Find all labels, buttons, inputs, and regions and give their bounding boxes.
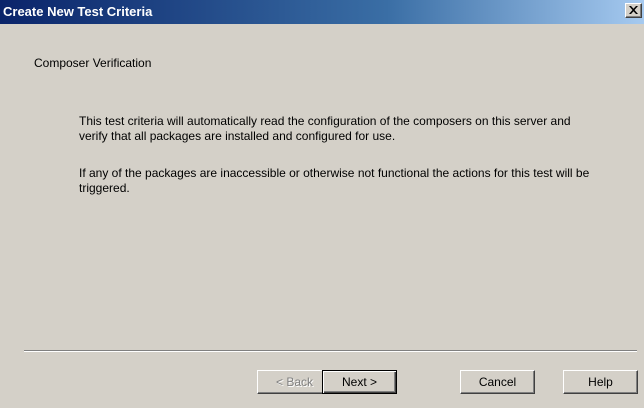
help-button[interactable]: Help	[563, 370, 638, 394]
page-subtitle: Composer Verification	[34, 56, 152, 70]
window-title: Create New Test Criteria	[3, 4, 153, 19]
dialog-window: Create New Test Criteria Composer Verifi…	[0, 0, 644, 408]
button-separator	[24, 350, 637, 352]
back-button[interactable]: < Back	[257, 370, 332, 394]
close-button[interactable]	[625, 3, 642, 18]
cancel-button[interactable]: Cancel	[460, 370, 535, 394]
description-paragraph-2: If any of the packages are inaccessible …	[79, 166, 590, 195]
next-button[interactable]: Next >	[322, 370, 397, 394]
title-bar[interactable]: Create New Test Criteria	[0, 0, 644, 24]
close-icon	[629, 6, 638, 14]
description-paragraph-1: This test criteria will automatically re…	[79, 114, 571, 143]
